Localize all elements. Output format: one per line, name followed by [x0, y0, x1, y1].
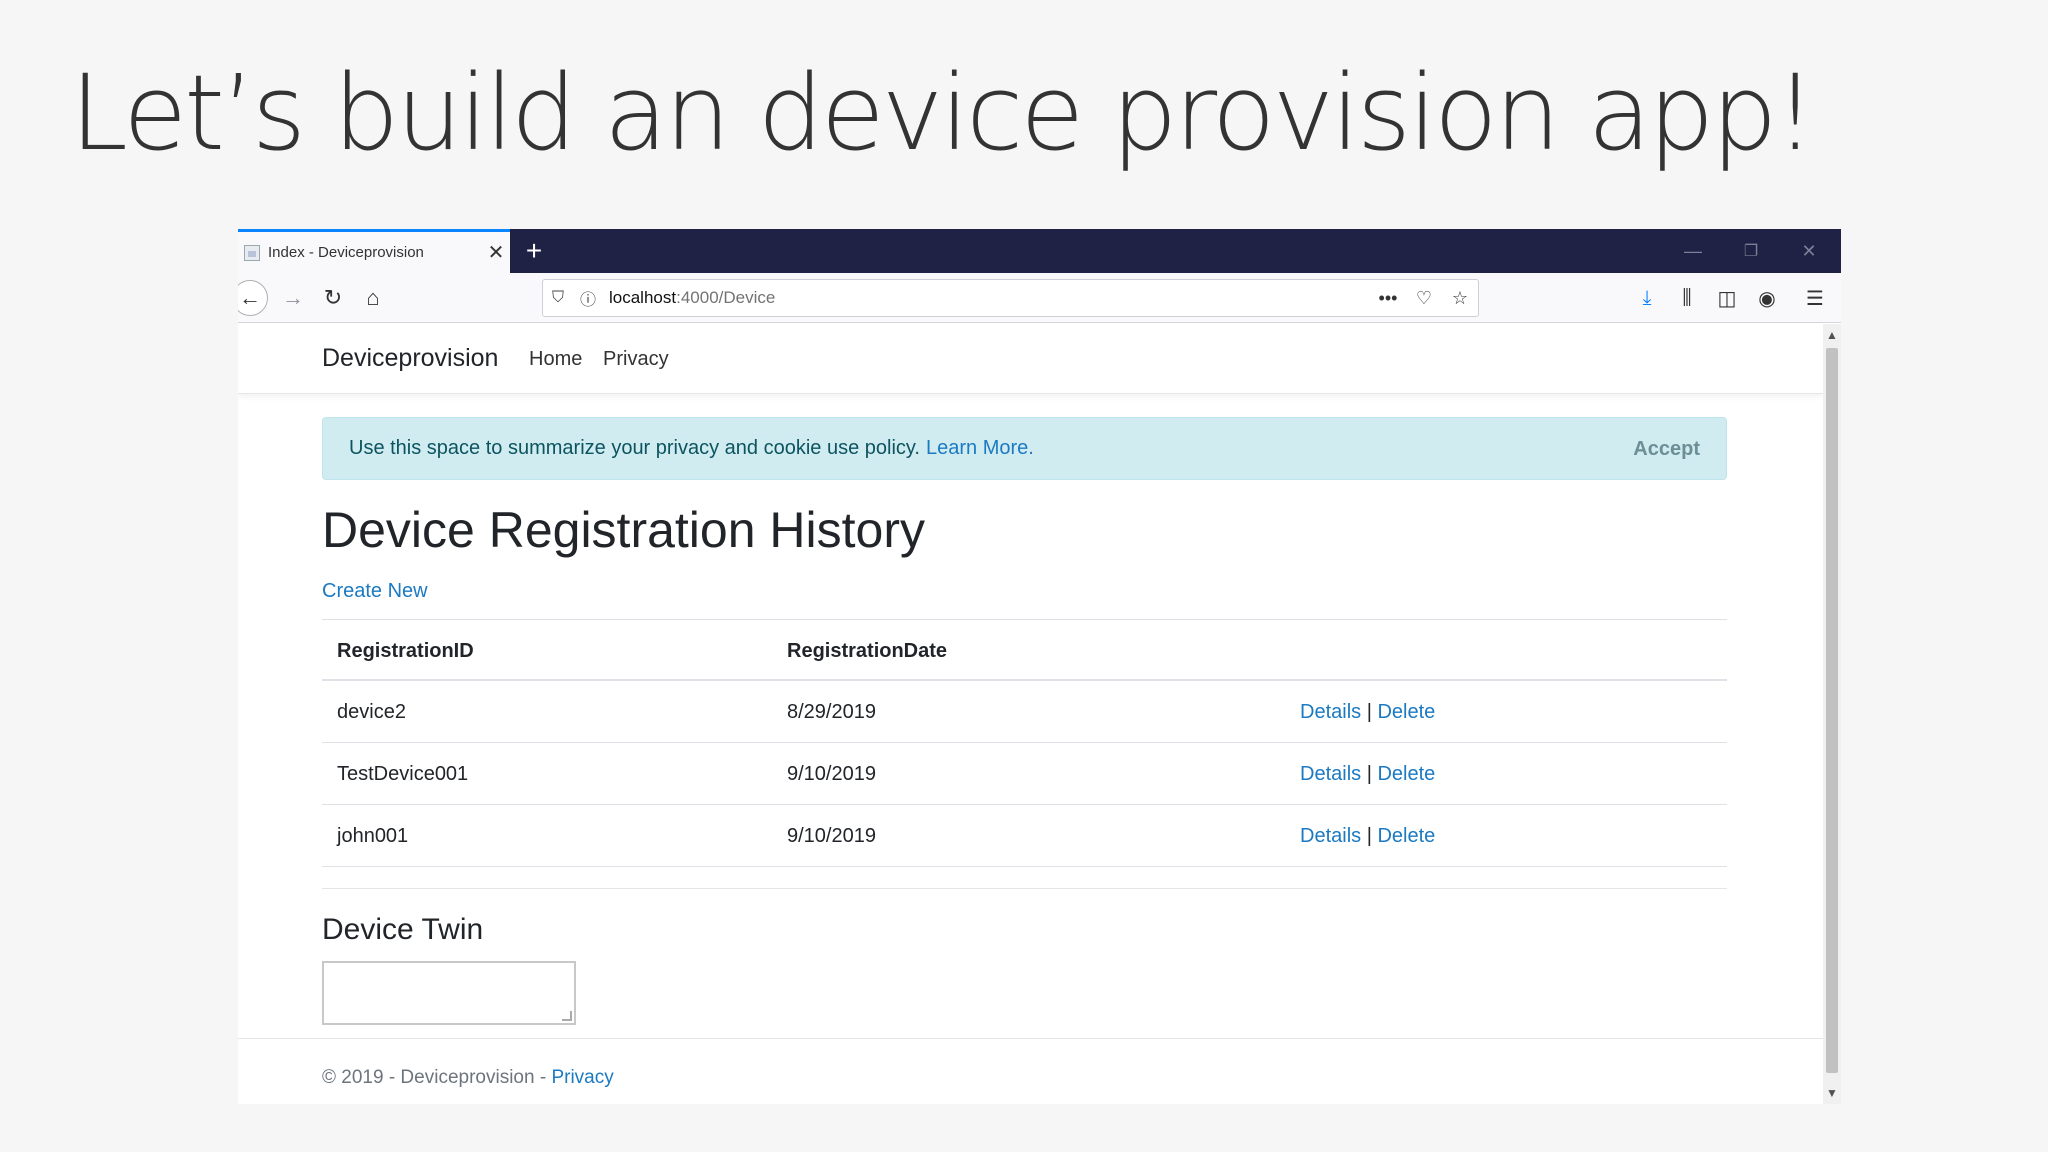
column-header-registration-date: RegistrationDate: [787, 640, 948, 662]
new-tab-button[interactable]: +: [516, 229, 552, 273]
details-link[interactable]: Details: [1300, 701, 1361, 723]
pocket-icon[interactable]: ♡: [1406, 288, 1442, 309]
browser-window: Index - Deviceprovision ✕ + — ❐ ✕ ← → ↻ …: [238, 229, 1841, 1104]
cookie-alert-text: Use this space to summarize your privacy…: [349, 437, 920, 459]
table-row: john001 9/10/2019 Details | Delete: [322, 805, 1727, 867]
registration-date-cell: 9/10/2019: [787, 825, 876, 847]
section-divider: [322, 888, 1727, 889]
delete-link[interactable]: Delete: [1377, 825, 1435, 847]
page-title: Device Registration History: [322, 502, 925, 558]
tab-close-icon[interactable]: ✕: [482, 240, 510, 265]
tab-bar: Index - Deviceprovision ✕ + — ❐ ✕: [238, 229, 1841, 273]
scroll-up-icon[interactable]: ▲: [1823, 326, 1841, 344]
details-link[interactable]: Details: [1300, 825, 1361, 847]
accept-button[interactable]: Accept: [1633, 438, 1700, 461]
nav-privacy-link[interactable]: Privacy: [603, 348, 669, 371]
address-bar[interactable]: ⛉ ⓘ localhost:4000/Device ••• ♡ ☆: [542, 279, 1479, 317]
nav-home-link[interactable]: Home: [529, 348, 582, 371]
download-icon[interactable]: ⤓: [1630, 281, 1664, 315]
create-new-link[interactable]: Create New: [322, 580, 428, 603]
registration-id-cell: john001: [337, 825, 409, 847]
url-host: localhost: [609, 288, 677, 307]
forward-arrow-icon[interactable]: →: [276, 281, 310, 315]
url-path: :4000/Device: [676, 288, 776, 307]
action-separator: |: [1366, 763, 1372, 785]
vertical-scrollbar[interactable]: ▲ ▼: [1823, 324, 1841, 1104]
row-actions: Details | Delete: [1300, 825, 1435, 848]
site-info-icon[interactable]: ⓘ: [573, 283, 603, 313]
footer-copyright: © 2019 - Deviceprovision -: [322, 1067, 552, 1088]
tracking-shield-icon[interactable]: ⛉: [543, 283, 573, 313]
window-close-button[interactable]: ✕: [1780, 229, 1838, 273]
registration-date-cell: 9/10/2019: [787, 763, 876, 785]
library-icon[interactable]: ⫼: [1670, 281, 1704, 315]
footer-text: © 2019 - Deviceprovision - Privacy: [322, 1067, 614, 1089]
action-separator: |: [1366, 825, 1372, 847]
bookmark-star-icon[interactable]: ☆: [1442, 288, 1478, 309]
row-actions: Details | Delete: [1300, 763, 1435, 786]
minimize-button[interactable]: —: [1664, 229, 1722, 273]
restore-button[interactable]: ❐: [1722, 229, 1780, 273]
registration-table: RegistrationID RegistrationDate device2 …: [322, 619, 1727, 867]
delete-link[interactable]: Delete: [1377, 701, 1435, 723]
scroll-down-icon[interactable]: ▼: [1823, 1084, 1841, 1102]
tab-index[interactable]: Index - Deviceprovision ✕: [238, 229, 510, 273]
action-separator: |: [1366, 701, 1372, 723]
site-header: Deviceprovision Home Privacy: [238, 324, 1823, 394]
account-icon[interactable]: ◉: [1750, 281, 1784, 315]
row-actions: Details | Delete: [1300, 701, 1435, 724]
sidebar-icon[interactable]: ◫: [1710, 281, 1744, 315]
site-footer: © 2019 - Deviceprovision - Privacy: [238, 1038, 1823, 1104]
page-favicon-icon: [244, 244, 260, 261]
home-icon[interactable]: ⌂: [356, 281, 390, 315]
site-brand[interactable]: Deviceprovision: [322, 344, 498, 373]
table-row: device2 8/29/2019 Details | Delete: [322, 681, 1727, 743]
details-link[interactable]: Details: [1300, 763, 1361, 785]
url-text[interactable]: localhost:4000/Device: [609, 288, 1370, 308]
registration-id-cell: device2: [337, 701, 406, 723]
table-header-row: RegistrationID RegistrationDate: [322, 619, 1727, 681]
device-twin-title: Device Twin: [322, 913, 484, 946]
registration-id-cell: TestDevice001: [337, 763, 469, 785]
back-arrow-icon[interactable]: ←: [238, 280, 268, 316]
page-actions-more-icon[interactable]: •••: [1370, 288, 1406, 309]
table-row: TestDevice001 9/10/2019 Details | Delete: [322, 743, 1727, 805]
learn-more-link[interactable]: Learn More.: [926, 437, 1034, 460]
reload-icon[interactable]: ↻: [316, 281, 350, 315]
browser-toolbar: ← → ↻ ⌂ ⛉ ⓘ localhost:4000/Device ••• ♡ …: [238, 273, 1841, 323]
device-twin-textarea[interactable]: [322, 961, 576, 1025]
delete-link[interactable]: Delete: [1377, 763, 1435, 785]
menu-icon[interactable]: ☰: [1798, 281, 1832, 315]
slide-title: Let’s build an device provision app!: [70, 52, 1816, 174]
cookie-consent-alert: Use this space to summarize your privacy…: [322, 417, 1727, 480]
registration-date-cell: 8/29/2019: [787, 701, 876, 723]
tab-title: Index - Deviceprovision: [268, 244, 424, 261]
footer-privacy-link[interactable]: Privacy: [551, 1067, 613, 1088]
page-viewport: Deviceprovision Home Privacy Use this sp…: [238, 324, 1823, 1104]
scroll-thumb[interactable]: [1826, 348, 1838, 1073]
column-header-registration-id: RegistrationID: [337, 640, 474, 662]
